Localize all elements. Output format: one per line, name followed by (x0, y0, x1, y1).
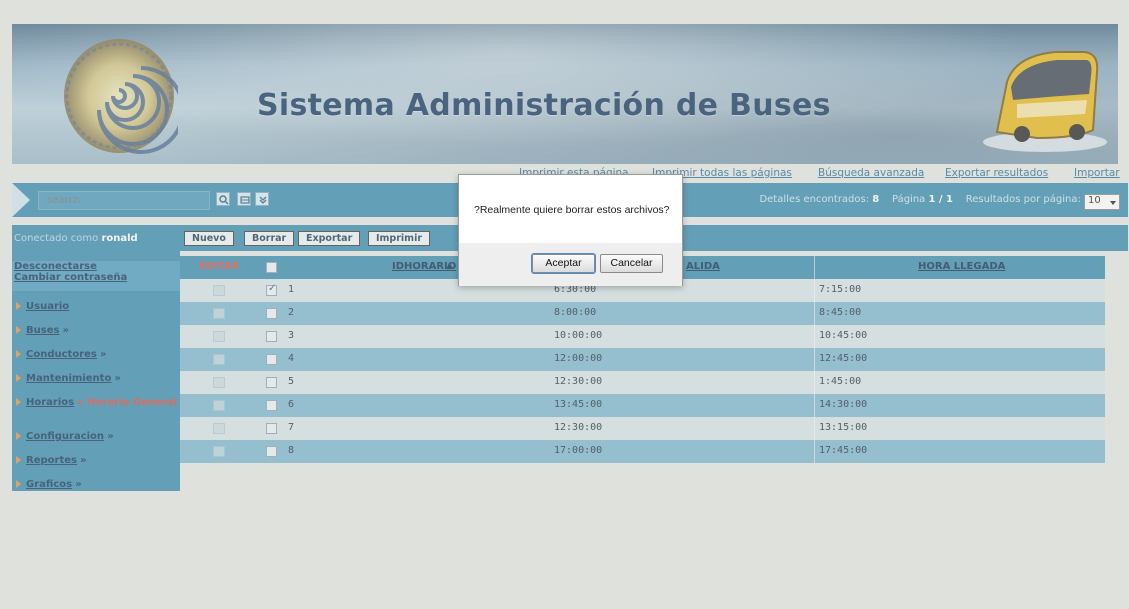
page: Sistema Administración de Buses Imprimir… (0, 0, 1129, 609)
modal-overlay (0, 0, 1129, 609)
accept-button[interactable]: Aceptar (532, 254, 595, 273)
dialog-message: ?Realmente quiere borrar estos archivos? (474, 204, 670, 216)
confirm-dialog: ?Realmente quiere borrar estos archivos?… (458, 174, 683, 286)
cancel-button[interactable]: Cancelar (600, 254, 663, 273)
